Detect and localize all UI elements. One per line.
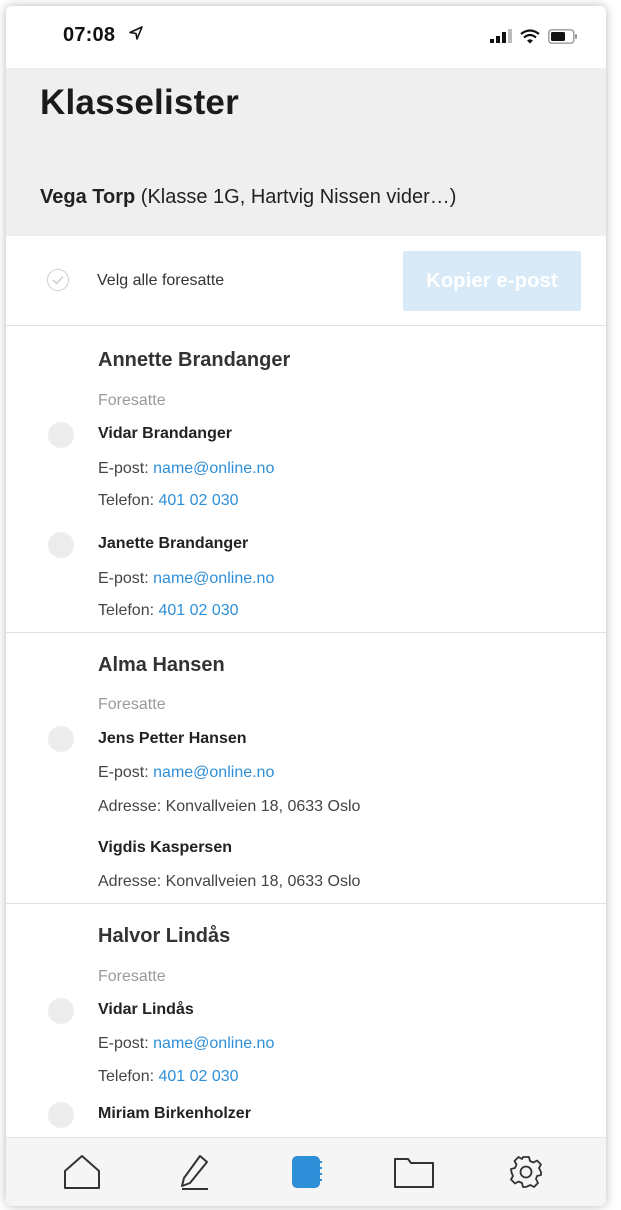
guardians-label: Foresatte	[98, 392, 166, 409]
copy-email-button[interactable]: Kopier e-post	[403, 251, 581, 311]
folder-icon	[394, 1158, 434, 1188]
phone-link[interactable]: 401 02 030	[159, 1068, 239, 1085]
context-student-name: Vega Torp	[40, 186, 136, 208]
email-link[interactable]: name@online.no	[153, 570, 274, 587]
email-link[interactable]: name@online.no	[153, 1035, 274, 1052]
phone-label: Telefon:	[98, 1068, 155, 1085]
guardian-phone: Telefon: 401 02 030	[98, 492, 239, 510]
guardian-email: E-post: name@online.no	[98, 1035, 274, 1053]
select-all-checkbox[interactable]	[47, 269, 69, 291]
guardian-select-radio[interactable]	[48, 532, 74, 558]
settings-gear-icon	[510, 1156, 542, 1188]
tab-home[interactable]	[58, 1148, 106, 1196]
guardian-select-radio[interactable]	[48, 1102, 74, 1128]
address-value: Konvallveien 18, 0633 Oslo	[165, 798, 361, 815]
select-all-label[interactable]: Velg alle foresatte	[97, 272, 224, 290]
guardian-email: E-post: name@online.no	[98, 764, 274, 782]
context-detail: (Klasse 1G, Hartvig Nissen vider…)	[140, 186, 457, 208]
page-header: Klasselister Vega Torp (Klasse 1G, Hartv…	[6, 68, 606, 236]
pencil-icon	[181, 1155, 208, 1190]
home-icon	[64, 1155, 100, 1189]
guardian-name: Jens Petter Hansen	[98, 730, 247, 747]
email-link[interactable]: name@online.no	[153, 764, 274, 781]
student-name: Halvor Lindås	[98, 925, 231, 947]
guardian-name: Vigdis Kaspersen	[98, 839, 232, 856]
tab-write[interactable]	[171, 1148, 219, 1196]
class-list-icon	[292, 1156, 322, 1188]
email-label: E-post:	[98, 570, 149, 587]
guardians-label: Foresatte	[98, 968, 166, 985]
guardian-select-radio[interactable]	[48, 726, 74, 752]
email-label: E-post:	[98, 460, 149, 477]
guardian-name: Vidar Lindås	[98, 1001, 194, 1018]
student-name: Annette Brandanger	[98, 349, 291, 371]
email-link[interactable]: name@online.no	[153, 460, 274, 477]
tab-files[interactable]	[390, 1148, 438, 1196]
guardian-phone: Telefon: 401 02 030	[98, 602, 239, 620]
status-icons	[490, 26, 578, 46]
checkmark-icon	[52, 275, 64, 285]
guardian-name: Janette Brandanger	[98, 535, 249, 552]
guardian-select-radio[interactable]	[48, 422, 74, 448]
address-value: Konvallveien 18, 0633 Oslo	[165, 873, 361, 890]
student-card: Halvor Lindås Foresatte Vidar Lindås E-p…	[6, 904, 606, 1137]
guardian-email: E-post: name@online.no	[98, 460, 274, 478]
guardian-email: E-post: name@online.no	[98, 570, 274, 588]
email-label: E-post:	[98, 764, 149, 781]
student-name: Alma Hansen	[98, 654, 225, 676]
phone-label: Telefon:	[98, 492, 155, 509]
guardian-select-radio[interactable]	[48, 998, 74, 1024]
address-label: Adresse:	[98, 798, 162, 815]
email-label: E-post:	[98, 1035, 149, 1052]
guardians-label: Foresatte	[98, 696, 166, 713]
student-card: Annette Brandanger Foresatte Vidar Brand…	[6, 326, 606, 632]
guardian-phone: Telefon: 401 02 030	[98, 1068, 239, 1086]
status-time: 07:08	[63, 24, 116, 46]
tab-class-lists[interactable]	[282, 1148, 330, 1196]
guardian-address: Adresse: Konvallveien 18, 0633 Oslo	[98, 873, 360, 891]
phone-link[interactable]: 401 02 030	[159, 602, 239, 619]
battery-icon	[548, 28, 577, 44]
guardian-name: Vidar Brandanger	[98, 425, 232, 442]
guardian-name: Miriam Birkenholzer	[98, 1105, 251, 1122]
tab-settings[interactable]	[502, 1148, 550, 1196]
page-title: Klasselister	[40, 83, 239, 122]
phone-link[interactable]: 401 02 030	[159, 492, 239, 509]
student-card: Alma Hansen Foresatte Jens Petter Hansen…	[6, 633, 606, 903]
status-bar: 07:08	[6, 6, 606, 68]
guardian-address: Adresse: Konvallveien 18, 0633 Oslo	[98, 798, 360, 816]
location-arrow-icon	[129, 26, 143, 40]
select-all-row: Velg alle foresatte Kopier e-post	[6, 236, 606, 326]
phone-screen: 07:08 Klasselister Vega Torp (Klasse 1G,…	[6, 6, 606, 1206]
class-context[interactable]: Vega Torp (Klasse 1G, Hartvig Nissen vid…	[40, 186, 456, 209]
wifi-icon	[520, 28, 540, 43]
tab-bar	[6, 1137, 606, 1206]
address-label: Adresse:	[98, 873, 162, 890]
signal-icon	[490, 29, 512, 43]
phone-label: Telefon:	[98, 602, 155, 619]
